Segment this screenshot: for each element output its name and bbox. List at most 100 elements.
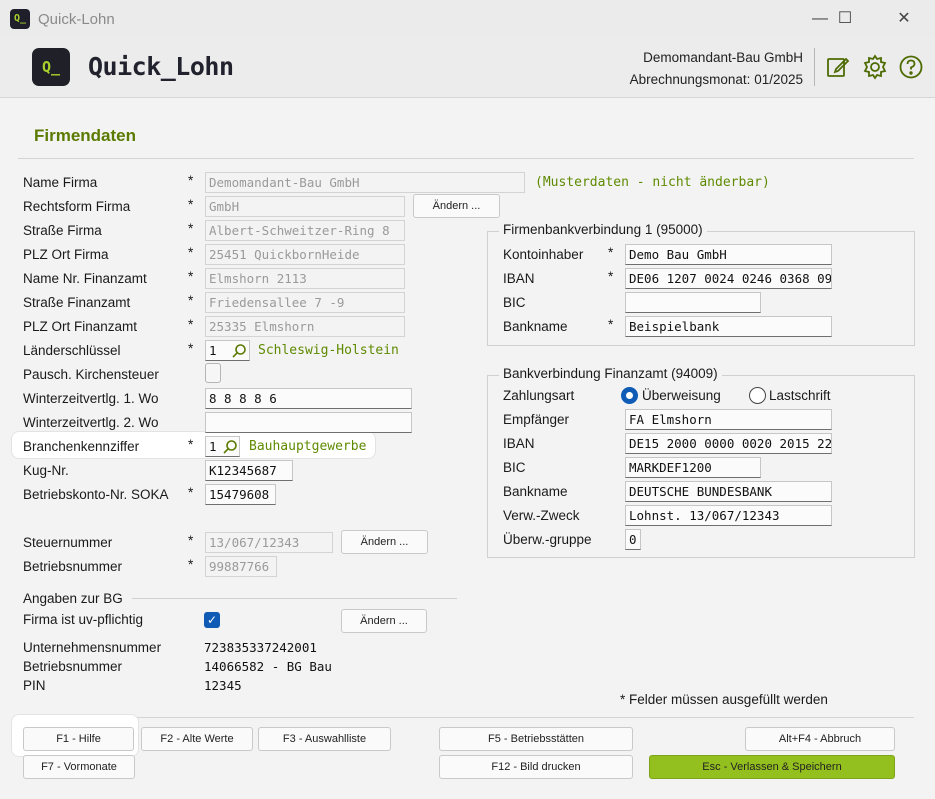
window-title: Quick-Lohn — [38, 11, 115, 28]
label-laenderschluessel: Länderschlüssel — [23, 343, 121, 358]
bic2-input[interactable]: MARKDEF1200 — [625, 457, 761, 478]
bankname2-input[interactable]: DEUTSCHE BUNDESBANK — [625, 481, 832, 502]
bic1-input[interactable] — [625, 292, 761, 313]
label-winter1: Winterzeitvertlg. 1. Wo — [23, 391, 159, 406]
label-name-firma: Name Firma — [23, 175, 98, 190]
save-exit-button[interactable]: Esc - Verlassen & Speichern — [649, 755, 895, 779]
label-strasse-finanzamt: Straße Finanzamt — [23, 295, 131, 310]
rechtsform-change-button[interactable]: Ändern ... — [413, 194, 500, 218]
label-winter2: Winterzeitvertlg. 2. Wo — [23, 415, 159, 430]
label-bic1: BIC — [503, 295, 526, 310]
gear-icon[interactable] — [862, 54, 888, 80]
label-iban1: IBAN — [503, 271, 535, 286]
close-button[interactable]: ✕ — [881, 0, 927, 38]
bank1-title: Firmenbankverbindung 1 (95000) — [499, 222, 707, 237]
required-star: * — [188, 173, 194, 188]
label-strasse-firma: Straße Firma — [23, 223, 102, 238]
required-star: * — [188, 245, 194, 260]
required-star: * — [188, 437, 194, 452]
label-uv-pflichtig: Firma ist uv-pflichtig — [23, 612, 144, 627]
billing-month: Abrechnungsmonat: 01/2025 — [629, 72, 803, 87]
plz-ort-finanzamt-field: 25335 Elmshorn — [205, 316, 405, 337]
label-soka: Betriebskonto-Nr. SOKA — [23, 487, 169, 502]
winter1-input[interactable]: 8 8 8 8 6 — [205, 388, 412, 409]
required-star: * — [608, 317, 614, 332]
lastschrift-label[interactable]: Lastschrift — [769, 388, 831, 403]
bg-divider — [132, 598, 457, 599]
steuernummer-change-button[interactable]: Ändern ... — [341, 530, 428, 554]
label-betriebsnummer: Betriebsnummer — [23, 559, 123, 574]
required-star: * — [188, 533, 194, 548]
search-icon[interactable] — [221, 438, 239, 456]
ueberweisung-radio[interactable] — [621, 387, 638, 404]
bg-change-button[interactable]: Ändern ... — [341, 609, 427, 633]
maximize-button[interactable]: ☐ — [822, 0, 868, 38]
bankname1-input[interactable]: Beispielbank — [625, 316, 832, 337]
help-icon[interactable] — [898, 54, 924, 80]
label-unternehmensnummer: Unternehmensnummer — [23, 640, 162, 655]
label-bg-betriebsnummer: Betriebsnummer — [23, 659, 123, 674]
label-plz-ort-finanzamt: PLZ Ort Finanzamt — [23, 319, 138, 334]
soka-input[interactable]: 15479608 — [205, 484, 276, 505]
required-star: * — [188, 341, 194, 356]
required-star: * — [608, 269, 614, 284]
required-star: * — [188, 221, 194, 236]
label-kug: Kug-Nr. — [23, 463, 69, 478]
bg-betriebsnummer-value: 14066582 - BG Bau — [204, 659, 332, 674]
label-iban2: IBAN — [503, 436, 535, 451]
empfaenger-input[interactable]: FA Elmshorn — [625, 409, 832, 430]
rechtsform-field: GmbH — [205, 196, 405, 217]
app-header: Q_ Quick_Lohn Demomandant-Bau GmbH Abrec… — [0, 38, 935, 98]
app-icon: Q_ — [10, 9, 30, 29]
old-values-button[interactable]: F2 - Alte Werte — [141, 727, 253, 751]
ueberweisung-label[interactable]: Überweisung — [642, 388, 721, 403]
kirchensteuer-checkbox[interactable] — [205, 363, 221, 383]
branche-text: Bauhauptgewerbe — [249, 439, 367, 454]
search-icon[interactable] — [230, 342, 248, 360]
label-branche: Branchenkennziffer — [23, 439, 140, 454]
required-star: * — [608, 245, 614, 260]
label-rechtsform: Rechtsform Firma — [23, 199, 131, 214]
label-finanzamt: Name Nr. Finanzamt — [23, 271, 147, 286]
label-verwendungszweck: Verw.-Zweck — [503, 508, 580, 523]
label-empfaenger: Empfänger — [503, 412, 570, 427]
help-button[interactable]: F1 - Hilfe — [23, 727, 134, 751]
label-steuernummer: Steuernummer — [23, 535, 113, 550]
label-zahlungsart: Zahlungsart — [503, 388, 575, 403]
ueberweisungsgruppe-input[interactable]: 0 — [625, 529, 641, 550]
winter2-input[interactable] — [205, 412, 412, 433]
betriebsnummer-field: 99887766 — [205, 556, 277, 577]
kug-input[interactable]: K12345687 — [205, 460, 293, 481]
required-star: * — [188, 485, 194, 500]
required-star: * — [188, 269, 194, 284]
label-kontoinhaber: Kontoinhaber — [503, 247, 584, 262]
strasse-finanzamt-field: Friedensallee 7 -9 — [205, 292, 405, 313]
bank2-title: Bankverbindung Finanzamt (94009) — [499, 366, 722, 381]
label-plz-ort-firma: PLZ Ort Firma — [23, 247, 109, 262]
verwendungszweck-input[interactable]: Lohnst. 13/067/12343 — [625, 505, 832, 526]
selection-list-button[interactable]: F3 - Auswahlliste — [258, 727, 391, 751]
logo-text: Quick_Lohn — [88, 52, 234, 81]
title-bar: Q_ Quick-Lohn — ☐ ✕ — [0, 0, 935, 38]
print-button[interactable]: F12 - Bild drucken — [439, 755, 633, 779]
laenderschluessel-text: Schleswig-Holstein — [258, 343, 399, 358]
plz-ort-firma-field: 25451 QuickbornHeide — [205, 244, 405, 265]
iban2-input[interactable]: DE15 2000 0000 0020 2015 22 — [625, 433, 832, 454]
previous-months-button[interactable]: F7 - Vormonate — [23, 755, 135, 779]
footer-divider — [18, 717, 914, 718]
steuernummer-field: 13/067/12343 — [205, 532, 333, 553]
company-name: Demomandant-Bau GmbH — [643, 50, 803, 65]
edit-icon[interactable] — [825, 54, 851, 80]
lastschrift-radio[interactable] — [749, 387, 766, 404]
required-fields-note: * Felder müssen ausgefüllt werden — [620, 692, 828, 707]
required-star: * — [188, 293, 194, 308]
page-title: Firmendaten — [34, 126, 137, 145]
iban1-input[interactable]: DE06 1207 0024 0246 0368 09 — [625, 268, 832, 289]
label-ueberweisungsgruppe: Überw.-gruppe — [503, 532, 592, 547]
branches-button[interactable]: F5 - Betriebsstätten — [439, 727, 633, 751]
label-bankname2: Bankname — [503, 484, 568, 499]
cancel-button[interactable]: Alt+F4 - Abbruch — [745, 727, 895, 751]
uv-pflichtig-checkbox[interactable]: ✓ — [204, 612, 220, 628]
kontoinhaber-input[interactable]: Demo Bau GmbH — [625, 244, 832, 265]
required-star: * — [188, 197, 194, 212]
